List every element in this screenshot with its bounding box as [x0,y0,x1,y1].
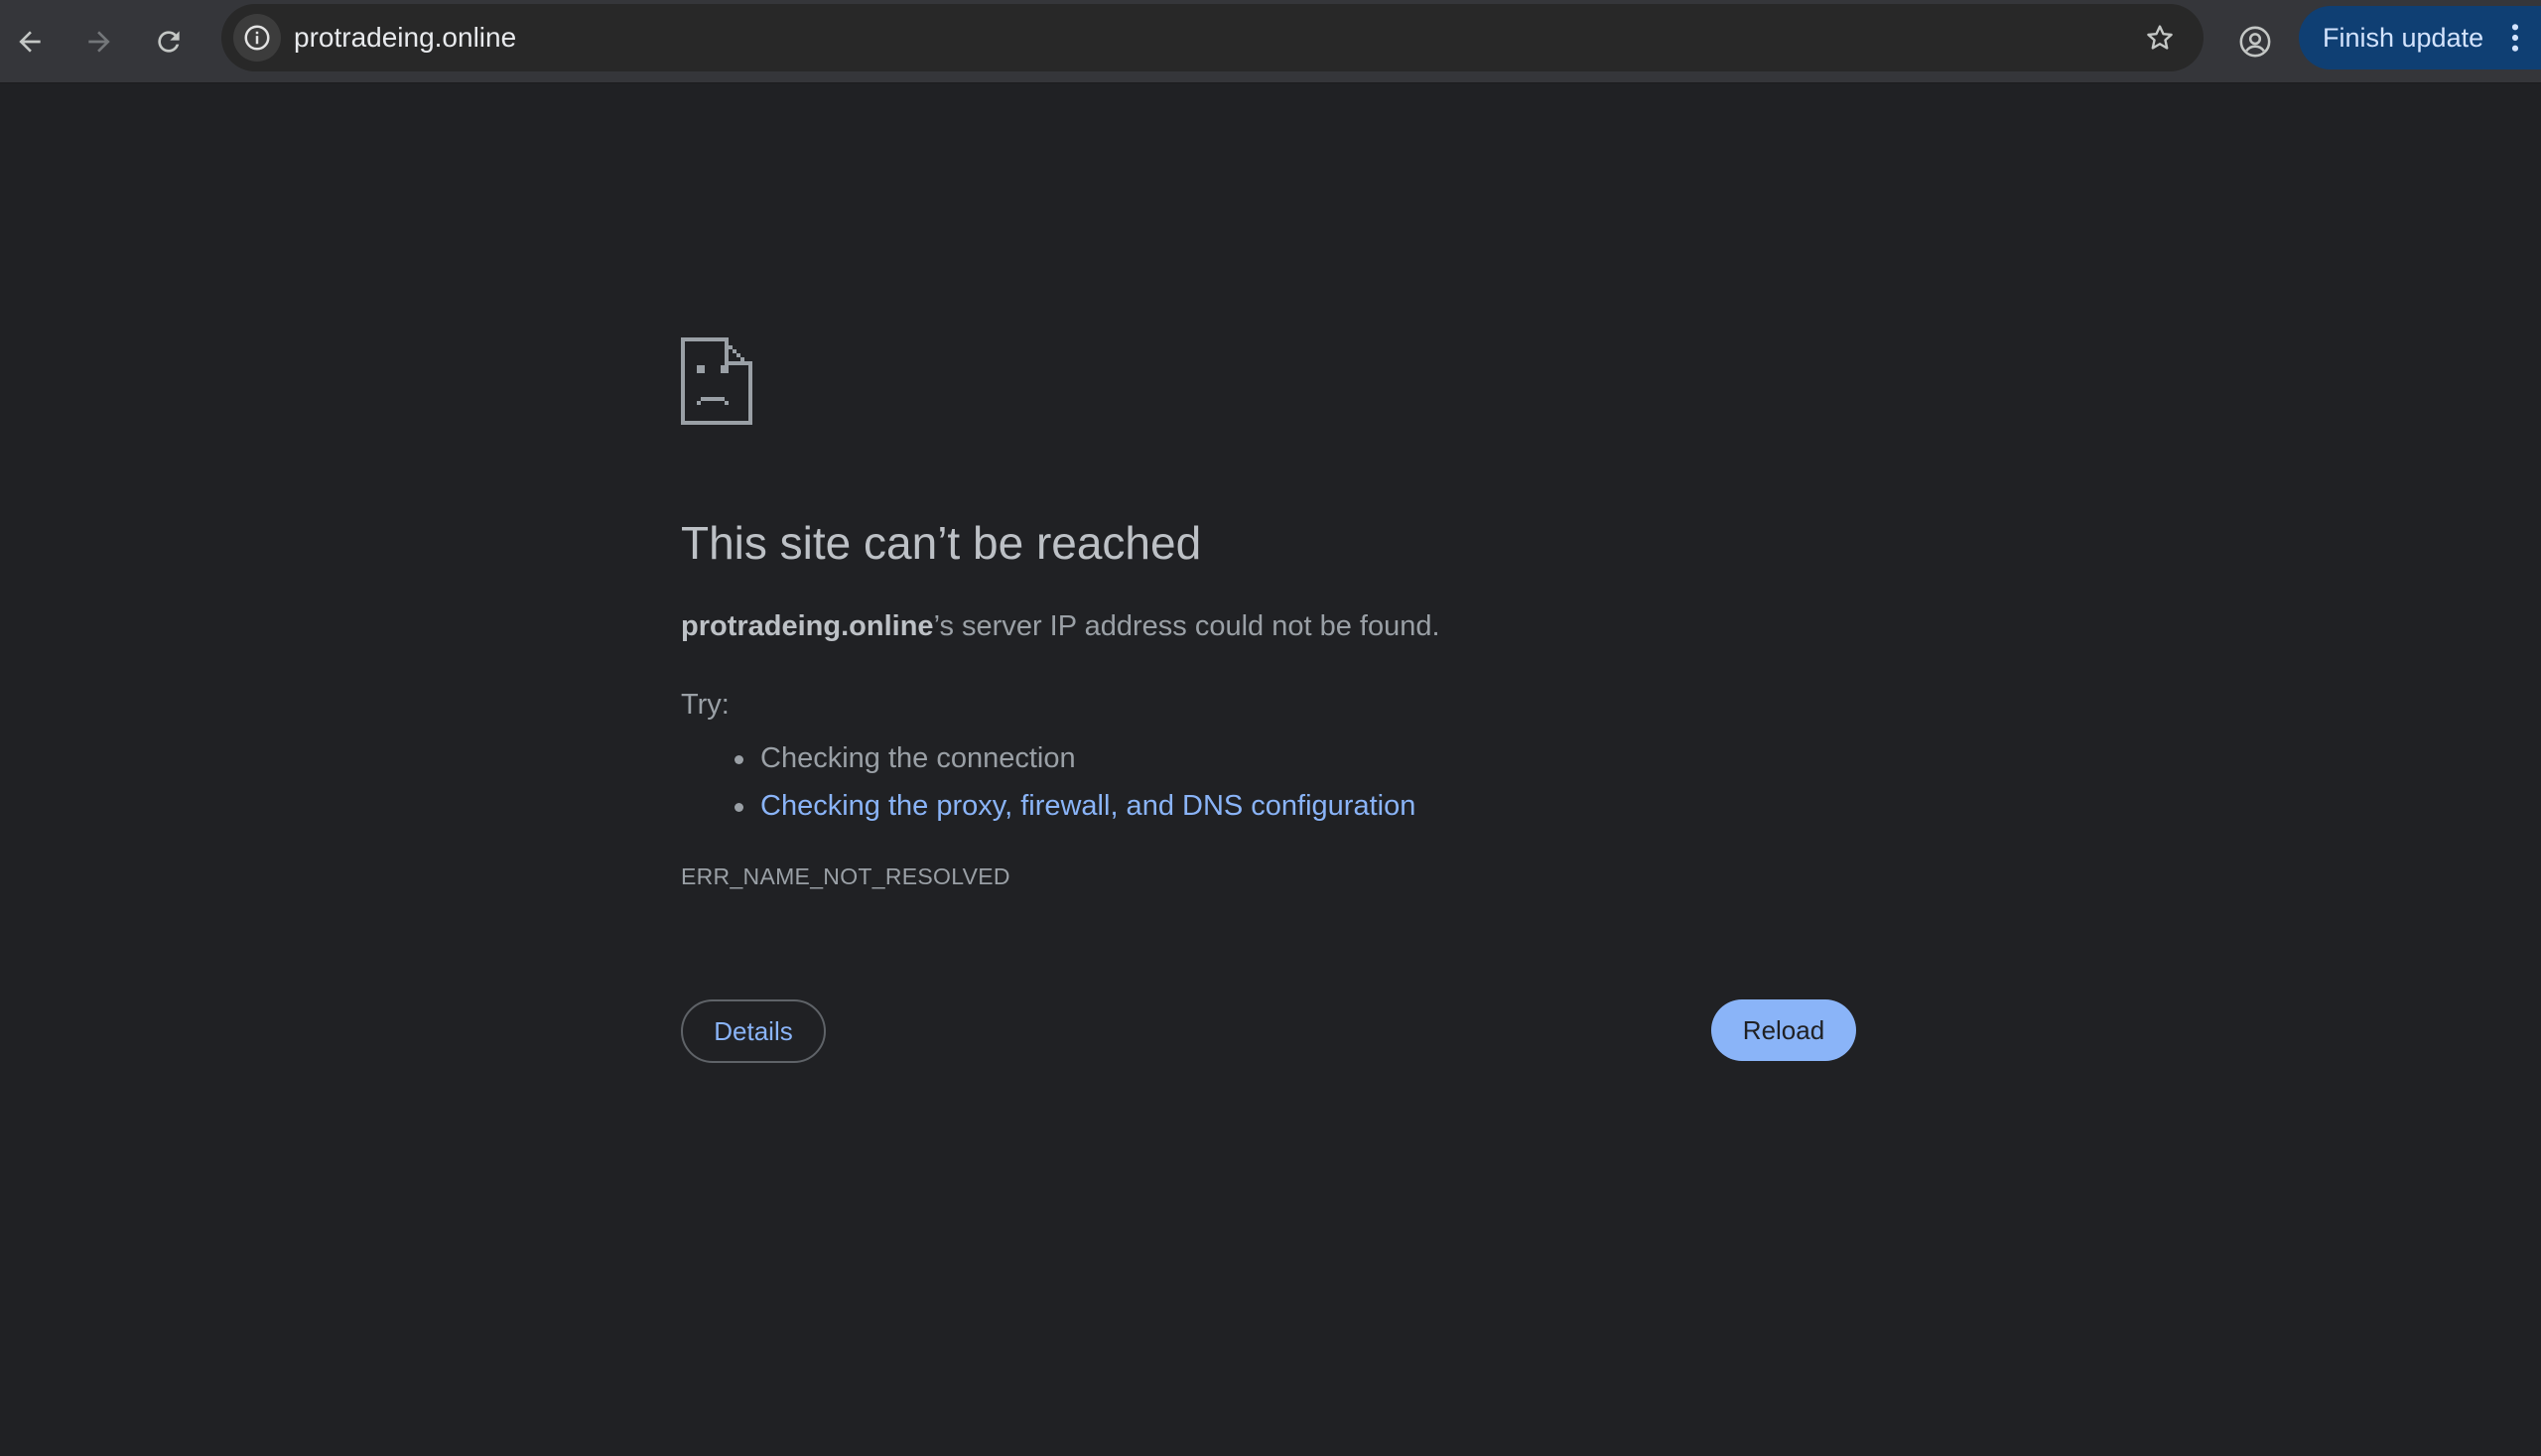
error-code: ERR_NAME_NOT_RESOLVED [681,863,1010,889]
suggestion-check-connection: Checking the connection [681,734,1415,782]
sad-page-icon [681,337,752,425]
url-text[interactable]: protradeing.online [294,4,516,71]
error-title: This site can’t be reached [681,517,1202,569]
more-vert-icon [2511,24,2519,52]
arrow-forward-icon [88,31,110,53]
star-icon [2147,25,2173,50]
arrow-back-icon [19,31,41,53]
browser-toolbar: protradeing.online Finish update [0,0,2541,83]
error-summary-text: ’s server IP address could not be found. [933,610,1440,642]
finish-update-button[interactable]: Finish update [2299,6,2541,69]
site-info-button[interactable] [233,14,281,62]
back-button[interactable] [4,16,56,67]
profile-button[interactable] [2229,16,2281,67]
finish-update-label: Finish update [2323,22,2484,53]
suggestions-list: Checking the connection Checking the pro… [681,734,1415,830]
reload-button[interactable] [143,16,195,67]
bookmark-button[interactable] [2138,16,2182,60]
account-circle-icon [2239,26,2271,58]
suggestion-check-proxy-link[interactable]: Checking the proxy, firewall, and DNS co… [681,782,1415,830]
error-host: protradeing.online [681,610,934,642]
info-icon [244,25,270,51]
reload-icon [158,31,180,53]
details-button[interactable]: Details [681,999,826,1063]
error-summary: protradeing.online’s server IP address c… [681,610,1440,643]
browser-menu-button[interactable] [2503,18,2527,58]
address-bar[interactable]: protradeing.online [221,4,2204,71]
reload-page-button[interactable]: Reload [1711,999,1856,1061]
try-label: Try: [681,689,730,721]
forward-button[interactable] [73,16,125,67]
